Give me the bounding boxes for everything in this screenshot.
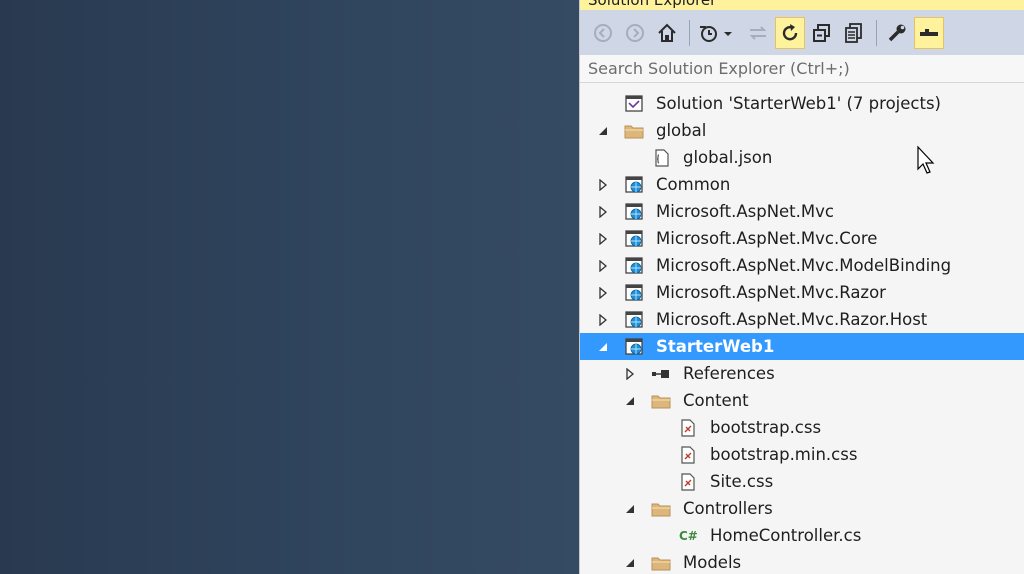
expanded-arrow-icon[interactable]: [623, 549, 637, 574]
mouse-cursor-icon: [917, 145, 935, 174]
collapsed-arrow-icon[interactable]: [596, 252, 610, 279]
tree-item[interactable]: Models: [580, 549, 1024, 574]
show-all-files-icon: [845, 22, 862, 43]
preview-selected-button[interactable]: [914, 16, 944, 49]
search-placeholder: Search Solution Explorer (Ctrl+;): [588, 59, 850, 78]
history-icon: [700, 25, 732, 42]
tree-item-label: Controllers: [683, 499, 773, 518]
csharp-file-icon: C#: [678, 526, 698, 545]
tree-item[interactable]: Controllers: [580, 495, 1024, 522]
panel-title-bar[interactable]: Solution Explorer: [580, 0, 1024, 10]
folder-icon: [624, 121, 644, 140]
tree-item[interactable]: Microsoft.AspNet.Mvc.ModelBinding: [580, 252, 1024, 279]
expanded-arrow-icon[interactable]: [596, 333, 610, 360]
web-project-icon: [624, 310, 644, 329]
home-icon: [658, 23, 676, 42]
tree-item[interactable]: Microsoft.AspNet.Mvc: [580, 198, 1024, 225]
tree-item-label: Microsoft.AspNet.Mvc.Razor: [656, 283, 886, 302]
tree-item-label: Microsoft.AspNet.Mvc.Razor.Host: [656, 310, 928, 329]
css-file-icon: [678, 472, 698, 491]
web-project-icon: [624, 175, 644, 194]
tree-item-label: Microsoft.AspNet.Mvc: [656, 202, 834, 221]
expanded-arrow-icon[interactable]: [623, 387, 637, 414]
forward-icon: [626, 23, 644, 42]
tree-item[interactable]: bootstrap.min.css: [580, 441, 1024, 468]
tree-item-label: global.json: [683, 148, 773, 167]
home-button[interactable]: [652, 17, 682, 49]
collapse-all-button[interactable]: [807, 17, 837, 49]
tree-item[interactable]: Microsoft.AspNet.Mvc.Razor: [580, 279, 1024, 306]
collapsed-arrow-icon[interactable]: [596, 306, 610, 333]
expanded-arrow-icon[interactable]: [596, 117, 610, 144]
tree-item[interactable]: global.json: [580, 144, 1024, 171]
solution-icon: [624, 94, 644, 113]
tree-item[interactable]: References: [580, 360, 1024, 387]
json-file-icon: [651, 148, 671, 167]
tree-item-label: HomeController.cs: [710, 526, 862, 545]
web-project-icon: [624, 229, 644, 248]
collapsed-arrow-icon[interactable]: [596, 171, 610, 198]
tree-item-label: Content: [683, 391, 749, 410]
toolbar-separator: [689, 19, 690, 46]
refresh-button[interactable]: [775, 16, 805, 49]
tree-item[interactable]: Content: [580, 387, 1024, 414]
properties-button[interactable]: [882, 17, 912, 49]
folder-icon: [651, 553, 671, 572]
collapsed-arrow-icon[interactable]: [596, 198, 610, 225]
css-file-icon: [678, 445, 698, 464]
tree-item[interactable]: Solution 'StarterWeb1' (7 projects): [580, 90, 1024, 117]
history-dropdown-button[interactable]: [695, 17, 741, 49]
tree-item-label: Microsoft.AspNet.Mvc.ModelBinding: [656, 256, 952, 275]
collapse-all-icon: [813, 23, 830, 42]
back-icon: [594, 23, 612, 42]
tree-item[interactable]: StarterWeb1: [580, 333, 1024, 360]
collapsed-arrow-icon[interactable]: [596, 225, 610, 252]
sync-icon: [749, 25, 767, 40]
tree-item[interactable]: global: [580, 117, 1024, 144]
tree-item-label: Models: [683, 553, 742, 572]
folder-icon: [651, 499, 671, 518]
tree-item-label: global: [656, 121, 707, 140]
references-icon: [651, 364, 671, 383]
tree-item-label: bootstrap.css: [710, 418, 822, 437]
sync-button[interactable]: [743, 17, 773, 49]
toolbar-separator: [876, 19, 877, 46]
folder-icon: [651, 391, 671, 410]
tree-item-label: bootstrap.min.css: [710, 445, 858, 464]
preview-icon: [920, 28, 938, 36]
solution-explorer-panel: Solution Explorer Search Solution Explor…: [579, 0, 1024, 574]
collapsed-arrow-icon[interactable]: [596, 279, 610, 306]
collapsed-arrow-icon[interactable]: [623, 360, 637, 387]
tree-item[interactable]: bootstrap.css: [580, 414, 1024, 441]
tree-item-label: Solution 'StarterWeb1' (7 projects): [656, 94, 941, 113]
web-project-icon: [624, 337, 644, 356]
tree-item-label: Microsoft.AspNet.Mvc.Core: [656, 229, 878, 248]
tree-item[interactable]: Common: [580, 171, 1024, 198]
tree-item[interactable]: Site.css: [580, 468, 1024, 495]
svg-text:C#: C#: [679, 529, 698, 543]
forward-button[interactable]: [620, 17, 650, 49]
css-file-icon: [678, 418, 698, 437]
solution-tree: Solution 'StarterWeb1' (7 projects) globa…: [580, 90, 1024, 574]
show-all-files-button[interactable]: [839, 17, 869, 49]
tree-item-label: Site.css: [710, 472, 774, 491]
web-project-icon: [624, 283, 644, 302]
web-project-icon: [624, 256, 644, 275]
editor-area: [0, 0, 579, 574]
tree-item[interactable]: C# HomeController.cs: [580, 522, 1024, 549]
tree-item-label: StarterWeb1: [656, 337, 775, 356]
tree-item-label: References: [683, 364, 775, 383]
properties-icon: [888, 24, 906, 41]
expanded-arrow-icon[interactable]: [623, 495, 637, 522]
solution-explorer-toolbar: [580, 10, 1024, 55]
tree-item[interactable]: Microsoft.AspNet.Mvc.Core: [580, 225, 1024, 252]
panel-title: Solution Explorer: [588, 0, 717, 9]
search-input[interactable]: Search Solution Explorer (Ctrl+;): [580, 55, 1024, 83]
back-button[interactable]: [588, 17, 618, 49]
tree-item-label: Common: [656, 175, 731, 194]
tree-item[interactable]: Microsoft.AspNet.Mvc.Razor.Host: [580, 306, 1024, 333]
refresh-icon: [782, 23, 798, 40]
web-project-icon: [624, 202, 644, 221]
